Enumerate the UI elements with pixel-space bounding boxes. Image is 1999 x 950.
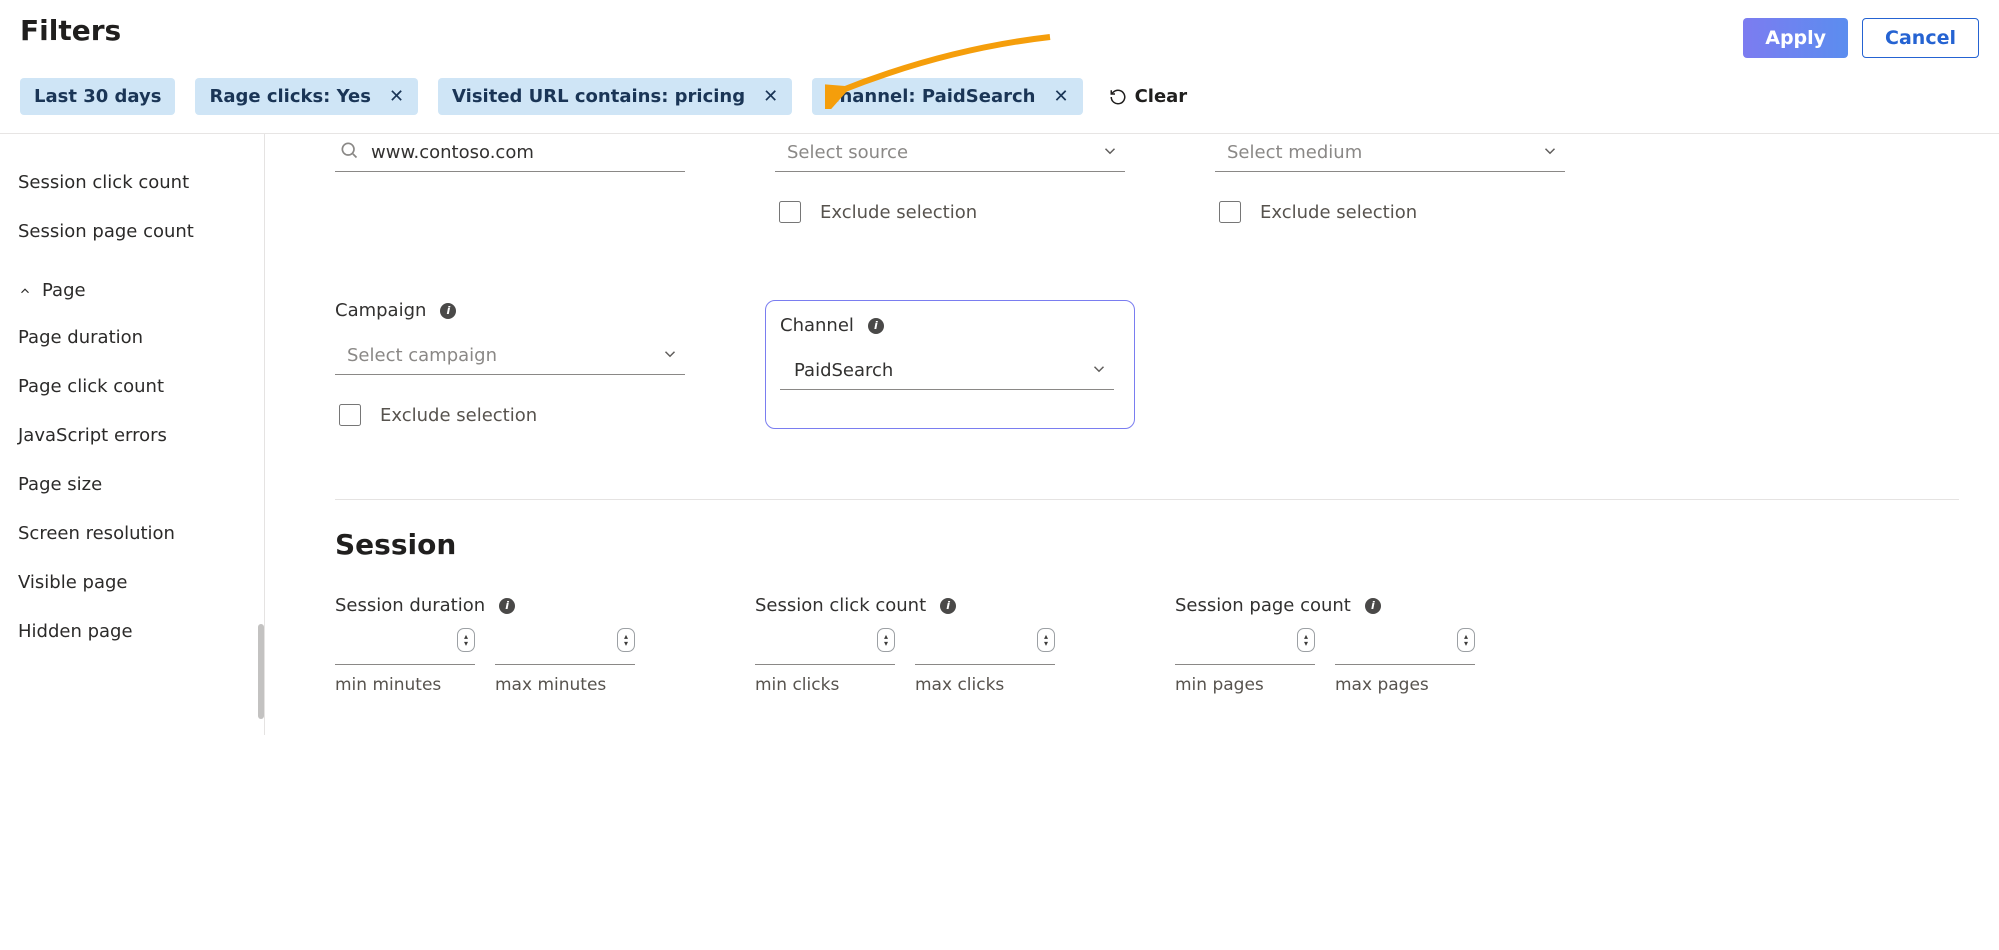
chip-time-range[interactable]: Last 30 days bbox=[20, 78, 175, 115]
search-icon bbox=[339, 140, 359, 160]
close-icon[interactable]: ✕ bbox=[389, 86, 404, 107]
campaign-select[interactable]: Select campaign bbox=[335, 339, 685, 375]
header-actions: Apply Cancel bbox=[1743, 14, 1979, 58]
sidebar-item-visible-page[interactable]: Visible page bbox=[18, 558, 264, 607]
info-icon[interactable]: i bbox=[1365, 598, 1381, 614]
input-caption: min pages bbox=[1175, 675, 1315, 695]
channel-label: Channel bbox=[780, 315, 854, 336]
apply-button[interactable]: Apply bbox=[1743, 18, 1848, 58]
session-click-max-input[interactable] bbox=[915, 634, 1055, 665]
info-icon[interactable]: i bbox=[868, 318, 884, 334]
number-stepper[interactable]: ▴▾ bbox=[1037, 628, 1055, 652]
checkbox-input[interactable] bbox=[1219, 201, 1241, 223]
sidebar-item-javascript-errors[interactable]: JavaScript errors bbox=[18, 411, 264, 460]
channel-filter-highlighted: Channel i PaidSearch bbox=[765, 300, 1135, 429]
source-select[interactable]: Select source bbox=[775, 136, 1125, 172]
session-click-min-input[interactable] bbox=[755, 634, 895, 665]
chip-rage-clicks[interactable]: Rage clicks: Yes ✕ bbox=[195, 78, 418, 115]
session-duration-label: Session duration bbox=[335, 595, 485, 616]
session-section-title: Session bbox=[335, 528, 1959, 561]
sidebar-group-label: Page bbox=[42, 280, 86, 301]
sidebar-item-screen-resolution[interactable]: Screen resolution bbox=[18, 509, 264, 558]
chip-channel[interactable]: Channel: PaidSearch ✕ bbox=[812, 78, 1082, 115]
chip-label: Channel: PaidSearch bbox=[826, 86, 1035, 107]
session-page-count-label: Session page count bbox=[1175, 595, 1351, 616]
sidebar-item-page-click-count[interactable]: Page click count bbox=[18, 362, 264, 411]
page-title: Filters bbox=[20, 14, 121, 47]
chip-label: Rage clicks: Yes bbox=[209, 86, 371, 107]
sidebar-item-session-page-count[interactable]: Session page count bbox=[18, 207, 264, 256]
chevron-up-icon bbox=[18, 284, 32, 298]
channel-select[interactable]: PaidSearch bbox=[780, 354, 1114, 390]
sidebar-item-page-duration[interactable]: Page duration bbox=[18, 313, 264, 362]
info-icon[interactable]: i bbox=[440, 303, 456, 319]
number-stepper[interactable]: ▴▾ bbox=[457, 628, 475, 652]
clear-filters-button[interactable]: Clear bbox=[1109, 86, 1188, 107]
checkbox-input[interactable] bbox=[339, 404, 361, 426]
session-duration-min-input[interactable] bbox=[335, 634, 475, 665]
session-page-min-input[interactable] bbox=[1175, 634, 1315, 665]
close-icon[interactable]: ✕ bbox=[763, 86, 778, 107]
close-icon[interactable]: ✕ bbox=[1053, 86, 1068, 107]
checkbox-label: Exclude selection bbox=[1260, 202, 1417, 223]
filters-sidebar: Session click count Session page count P… bbox=[0, 134, 265, 735]
scrollbar[interactable] bbox=[258, 624, 264, 719]
active-filter-chips: Last 30 days Rage clicks: Yes ✕ Visited … bbox=[0, 58, 1999, 134]
input-caption: max minutes bbox=[495, 675, 635, 695]
campaign-label: Campaign bbox=[335, 300, 426, 321]
section-divider bbox=[335, 499, 1959, 500]
input-caption: max pages bbox=[1335, 675, 1475, 695]
session-duration-max-input[interactable] bbox=[495, 634, 635, 665]
medium-select[interactable]: Select medium bbox=[1215, 136, 1565, 172]
sidebar-item-page-size[interactable]: Page size bbox=[18, 460, 264, 509]
session-click-count-label: Session click count bbox=[755, 595, 926, 616]
chip-visited-url[interactable]: Visited URL contains: pricing ✕ bbox=[438, 78, 792, 115]
info-icon[interactable]: i bbox=[499, 598, 515, 614]
session-page-max-input[interactable] bbox=[1335, 634, 1475, 665]
sidebar-group-page[interactable]: Page bbox=[18, 256, 264, 313]
exclude-medium-checkbox[interactable]: Exclude selection bbox=[1215, 198, 1565, 226]
clear-label: Clear bbox=[1135, 86, 1188, 107]
undo-icon bbox=[1109, 88, 1127, 106]
chip-label: Visited URL contains: pricing bbox=[452, 86, 745, 107]
number-stepper[interactable]: ▴▾ bbox=[877, 628, 895, 652]
number-stepper[interactable]: ▴▾ bbox=[1297, 628, 1315, 652]
visited-url-input[interactable] bbox=[335, 136, 685, 172]
checkbox-label: Exclude selection bbox=[820, 202, 977, 223]
info-icon[interactable]: i bbox=[940, 598, 956, 614]
cancel-button[interactable]: Cancel bbox=[1862, 18, 1979, 58]
number-stepper[interactable]: ▴▾ bbox=[1457, 628, 1475, 652]
chip-label: Last 30 days bbox=[34, 86, 161, 107]
checkbox-input[interactable] bbox=[779, 201, 801, 223]
sidebar-item-hidden-page[interactable]: Hidden page bbox=[18, 607, 264, 656]
exclude-campaign-checkbox[interactable]: Exclude selection bbox=[335, 401, 685, 429]
number-stepper[interactable]: ▴▾ bbox=[617, 628, 635, 652]
input-caption: min clicks bbox=[755, 675, 895, 695]
filters-form: Select source Exclude selection Select m… bbox=[265, 134, 1999, 735]
sidebar-item-session-click-count[interactable]: Session click count bbox=[18, 158, 264, 207]
input-caption: min minutes bbox=[335, 675, 475, 695]
input-caption: max clicks bbox=[915, 675, 1055, 695]
checkbox-label: Exclude selection bbox=[380, 405, 537, 426]
exclude-source-checkbox[interactable]: Exclude selection bbox=[775, 198, 1125, 226]
